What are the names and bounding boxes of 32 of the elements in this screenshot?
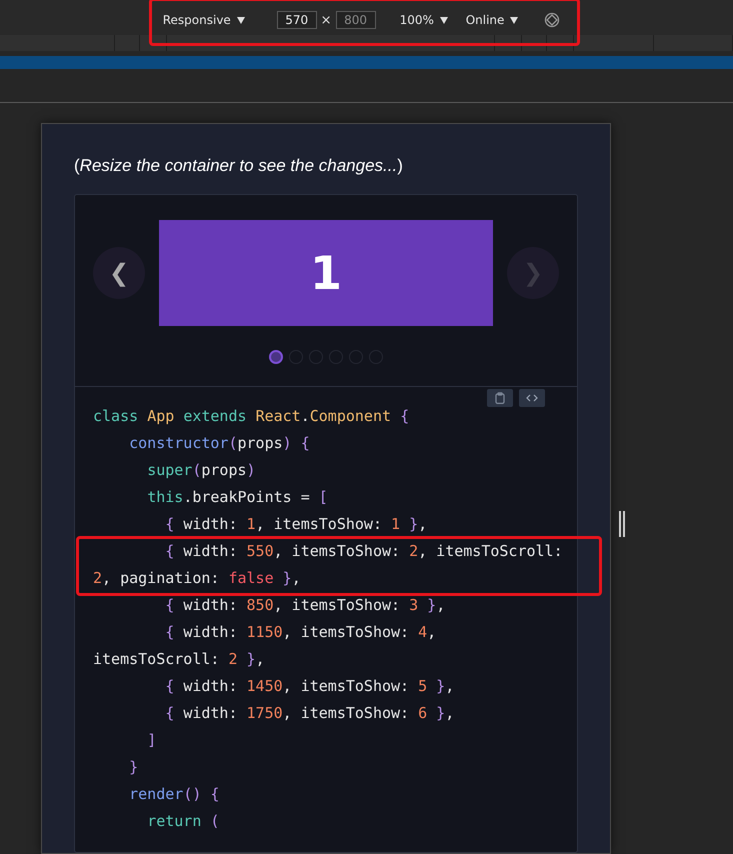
caret-icon [440,17,448,24]
intro-text: (Resize the container to see the changes...) [74,156,404,176]
code-toggle-button[interactable] [519,389,545,407]
width-field[interactable]: 570 [276,11,317,29]
pagination-dot[interactable] [269,350,283,364]
code-line: } [128,757,140,778]
caret-icon [236,17,245,24]
code-line: render() { [128,784,220,805]
code-line: super(props) [146,460,257,481]
media-query-bar[interactable] [0,56,733,69]
caret-icon [510,17,518,24]
code-line: this.breakPoints = [ [146,487,329,508]
network-dropdown[interactable]: Online [462,13,522,27]
times-sign: × [320,12,332,28]
code-line: ] [146,730,158,751]
rotate-icon[interactable] [544,12,560,28]
code-line: { width: 1450, itemsToShow: 5 }, [164,676,456,697]
code-line: return ( [146,811,220,832]
device-dropdown[interactable]: Responsive [158,13,249,27]
code-line: { width: 850, itemsToShow: 3 }, [164,595,446,616]
resize-handle-icon[interactable] [619,511,625,537]
code-line: constructor(props) { [128,433,311,454]
clipboard-icon [495,392,505,404]
code-icon [526,394,538,402]
previous-button[interactable]: ❮ [93,247,145,299]
code-line: { width: 1, itemsToShow: 1 }, [164,514,428,535]
zoom-dropdown[interactable]: 100% [396,13,452,27]
carousel-slide: 1 [159,220,493,326]
code-line: class App extends React.Component { [93,406,410,427]
copy-button[interactable] [487,389,513,407]
height-field[interactable]: 800 [336,11,376,29]
code-line: { width: 1750, itemsToShow: 6 }, [164,703,456,724]
